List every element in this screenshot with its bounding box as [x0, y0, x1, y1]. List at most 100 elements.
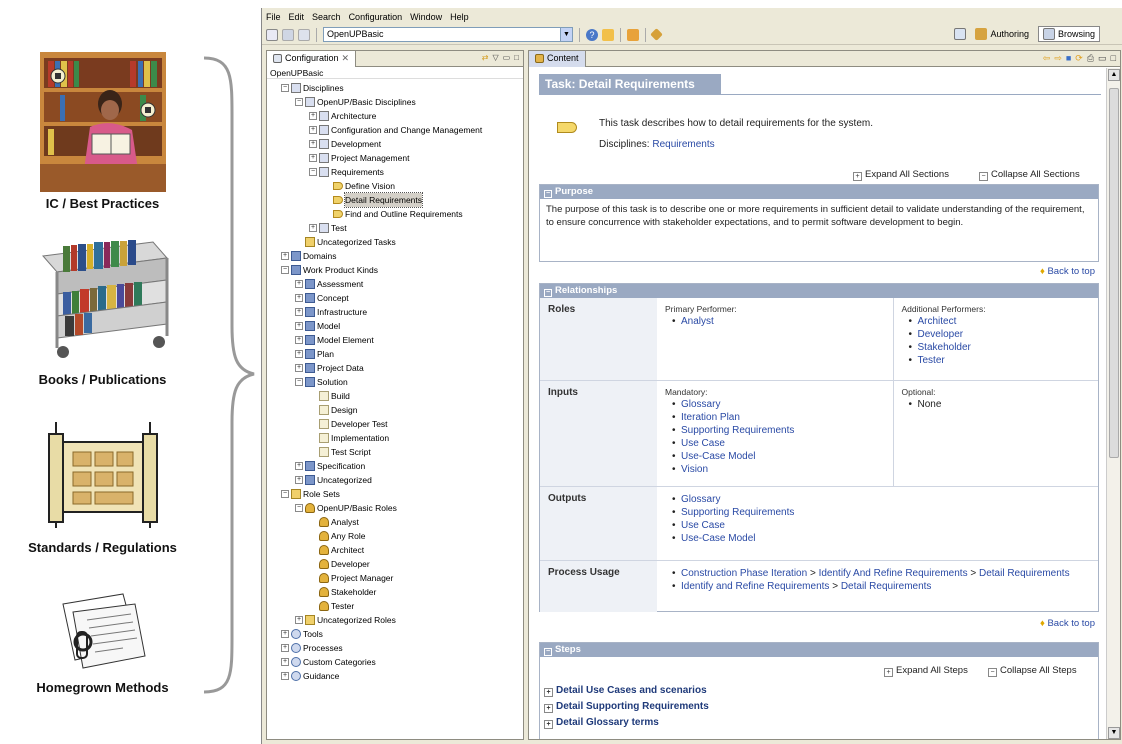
tree-item[interactable]: − Role Sets	[281, 487, 340, 501]
expand-icon[interactable]: +	[295, 308, 303, 316]
expand-icon[interactable]: +	[295, 462, 303, 470]
expand-icon[interactable]: +	[295, 336, 303, 344]
menu-window[interactable]: Window	[410, 12, 442, 22]
scroll-down-icon[interactable]: ▼	[1108, 727, 1120, 739]
menu-search[interactable]: Search	[312, 12, 341, 22]
maximize-icon[interactable]: □	[1111, 53, 1116, 64]
publish-icon[interactable]	[602, 28, 614, 41]
tree-item[interactable]: + Model Element	[295, 333, 374, 347]
tab-configuration[interactable]: Configuration ✕	[267, 50, 357, 67]
tree-item[interactable]: + Assessment	[295, 277, 363, 291]
purpose-header[interactable]: − Purpose	[540, 185, 1098, 199]
tree-item[interactable]: + Tools	[281, 627, 323, 641]
stop-icon[interactable]: ■	[1066, 53, 1071, 64]
help-icon[interactable]: ?	[586, 28, 598, 41]
work-product-link[interactable]: Glossary	[681, 494, 720, 505]
collapse-icon[interactable]: −	[281, 266, 289, 274]
tree-item[interactable]: + Processes	[281, 641, 343, 655]
collapse-icon[interactable]: −	[281, 84, 289, 92]
collapse-icon[interactable]: −	[309, 168, 317, 176]
process-link[interactable]: Detail Requirements	[979, 568, 1070, 579]
expand-icon[interactable]: +	[309, 126, 317, 134]
tree-item[interactable]: + Configuration and Change Management	[309, 123, 482, 137]
tree-item[interactable]: + Custom Categories	[281, 655, 376, 669]
expand-all-steps-button[interactable]: + Expand All Steps	[884, 665, 968, 677]
expand-icon[interactable]: +	[309, 112, 317, 120]
collapse-icon[interactable]: −	[281, 490, 289, 498]
tree-item[interactable]: − Work Product Kinds	[281, 263, 378, 277]
menu-configuration[interactable]: Configuration	[349, 12, 403, 22]
work-product-link[interactable]: Glossary	[681, 399, 720, 410]
expand-icon[interactable]: +	[295, 280, 303, 288]
expand-icon[interactable]: +	[295, 350, 303, 358]
role-link[interactable]: Architect	[918, 316, 957, 327]
role-link[interactable]: Analyst	[681, 316, 714, 327]
expand-icon[interactable]: +	[295, 476, 303, 484]
tree-item[interactable]: Any Role	[309, 529, 366, 543]
scroll-up-icon[interactable]: ▲	[1108, 69, 1120, 81]
print-icon[interactable]: ⎙	[1087, 53, 1094, 64]
tree-item[interactable]: − OpenUP/Basic Roles	[295, 501, 397, 515]
tree-item[interactable]: Developer Test	[309, 417, 388, 431]
authoring-perspective-button[interactable]: Authoring	[970, 26, 1034, 42]
vertical-scrollbar[interactable]: ▲ ▼	[1106, 68, 1120, 739]
collapse-all-steps-button[interactable]: − Collapse All Steps	[988, 665, 1077, 677]
expand-icon[interactable]: +	[281, 658, 289, 666]
expand-all-sections-button[interactable]: + Expand All Sections	[853, 169, 949, 181]
tree-item[interactable]: Find and Outline Requirements	[323, 207, 463, 221]
menu-edit[interactable]: Edit	[289, 12, 305, 22]
tree-item[interactable]: + Domains	[281, 249, 337, 263]
view-menu-icon[interactable]: ▽	[492, 53, 498, 62]
step-item[interactable]: + Detail Use Cases and scenarios	[544, 685, 707, 697]
expand-icon[interactable]: +	[295, 616, 303, 624]
process-link[interactable]: Detail Requirements	[841, 581, 932, 592]
tree-item[interactable]: − OpenUP/Basic Disciplines	[295, 95, 416, 109]
expand-icon[interactable]: +	[295, 322, 303, 330]
tree-item[interactable]: + Test	[309, 221, 347, 235]
tree-item[interactable]: + Infrastructure	[295, 305, 367, 319]
process-link[interactable]: Identify And Refine Requirements	[819, 568, 968, 579]
expand-icon[interactable]: +	[281, 630, 289, 638]
browsing-perspective-button[interactable]: Browsing	[1037, 26, 1100, 42]
work-product-link[interactable]: Use Case	[681, 438, 725, 449]
tree-item[interactable]: + Development	[309, 137, 381, 151]
expand-icon[interactable]: +	[309, 140, 317, 148]
tree-item[interactable]: + Uncategorized Roles	[295, 613, 396, 627]
tree-item[interactable]: Stakeholder	[309, 585, 376, 599]
tree-item[interactable]: Design	[309, 403, 357, 417]
expand-icon[interactable]: +	[281, 644, 289, 652]
close-icon[interactable]: ✕	[342, 51, 350, 66]
tree-item[interactable]: Implementation	[309, 431, 389, 445]
collapse-icon[interactable]: −	[295, 378, 303, 386]
tree-item[interactable]: − Requirements	[309, 165, 384, 179]
step-item[interactable]: + Detail Supporting Requirements	[544, 701, 709, 713]
open-perspective-icon[interactable]	[954, 28, 967, 40]
expand-icon[interactable]: +	[309, 224, 317, 232]
work-product-link[interactable]: Supporting Requirements	[681, 425, 794, 436]
save-icon[interactable]	[282, 28, 294, 41]
process-link[interactable]: Construction Phase Iteration	[681, 568, 807, 579]
work-product-link[interactable]: Iteration Plan	[681, 412, 740, 423]
menu-file[interactable]: File	[266, 12, 281, 22]
work-product-link[interactable]: Use-Case Model	[681, 451, 755, 462]
tree-item[interactable]: Project Manager	[309, 571, 393, 585]
expand-icon[interactable]: +	[309, 154, 317, 162]
tree-item[interactable]: Test Script	[309, 445, 371, 459]
expand-icon[interactable]: +	[281, 252, 289, 260]
back-icon[interactable]: ⇦	[1043, 53, 1051, 64]
role-link[interactable]: Tester	[918, 355, 945, 366]
pin-icon[interactable]	[650, 28, 663, 41]
minimize-icon[interactable]: ▭	[1098, 53, 1107, 64]
tree-item[interactable]: Developer	[309, 557, 370, 571]
tree-item[interactable]: + Plan	[295, 347, 334, 361]
process-link[interactable]: Identify and Refine Requirements	[681, 581, 829, 592]
tree-item[interactable]: + Architecture	[309, 109, 376, 123]
expand-icon[interactable]: +	[295, 294, 303, 302]
tree-item[interactable]: Architect	[309, 543, 364, 557]
discipline-link[interactable]: Requirements	[652, 139, 714, 150]
work-product-link[interactable]: Use-Case Model	[681, 533, 755, 544]
role-link[interactable]: Developer	[918, 329, 964, 340]
tree-item[interactable]: + Uncategorized	[295, 473, 372, 487]
tree-item[interactable]: − Disciplines	[281, 81, 344, 95]
chevron-down-icon[interactable]: ▼	[560, 28, 572, 41]
